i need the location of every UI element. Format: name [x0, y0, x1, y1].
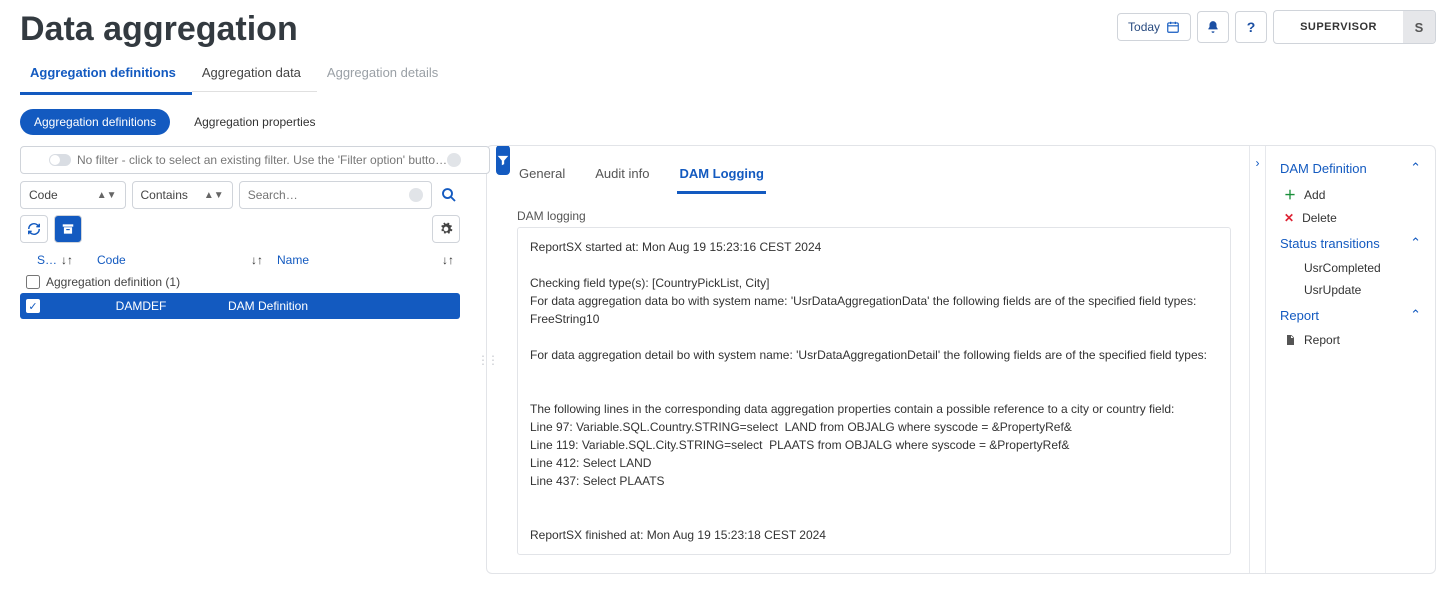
- help-button[interactable]: ?: [1235, 11, 1267, 43]
- side-item-label: Report: [1304, 333, 1340, 347]
- side-action-delete[interactable]: ✕ Delete: [1280, 207, 1421, 229]
- side-item-label: UsrUpdate: [1304, 283, 1361, 297]
- group-label: Aggregation definition (1): [46, 275, 180, 289]
- dam-logging-output: ReportSX started at: Mon Aug 19 15:23:16…: [517, 227, 1231, 555]
- tab-aggregation-details[interactable]: Aggregation details: [317, 55, 454, 95]
- column-header-code[interactable]: Code: [97, 253, 247, 267]
- search-field-label: Code: [29, 188, 58, 202]
- settings-button[interactable]: [432, 215, 460, 243]
- search-input[interactable]: [248, 188, 403, 202]
- chevron-right-icon: ›: [1256, 156, 1260, 170]
- side-item-label: Delete: [1302, 211, 1337, 225]
- refresh-icon: [27, 222, 41, 236]
- side-action-add[interactable]: ＋ Add: [1280, 182, 1421, 207]
- user-label: SUPERVISOR: [1274, 13, 1403, 41]
- search-button[interactable]: [438, 182, 460, 208]
- side-action-usrcompleted[interactable]: UsrCompleted: [1280, 257, 1421, 279]
- tab-aggregation-definitions[interactable]: Aggregation definitions: [20, 55, 192, 95]
- side-section-status-transitions[interactable]: Status transitions ⌃: [1280, 229, 1421, 257]
- help-icon: ?: [1247, 19, 1256, 35]
- group-checkbox[interactable]: [26, 275, 40, 289]
- chevron-updown-icon: ▲▼: [204, 190, 224, 201]
- column-header-short[interactable]: S…: [37, 253, 57, 267]
- detail-tab-general[interactable]: General: [517, 160, 567, 194]
- column-header-name[interactable]: Name: [277, 253, 437, 267]
- today-label: Today: [1128, 20, 1160, 34]
- sort-icon[interactable]: ↓↑: [61, 253, 73, 267]
- side-item-label: UsrCompleted: [1304, 261, 1381, 275]
- user-avatar: S: [1403, 11, 1435, 43]
- search-field-select[interactable]: Code ▲▼: [20, 181, 126, 209]
- archive-button[interactable]: [54, 215, 82, 243]
- plus-icon: ＋: [1284, 186, 1296, 203]
- row-name: DAM Definition: [198, 299, 454, 313]
- group-row[interactable]: Aggregation definition (1): [20, 271, 460, 293]
- clear-filter-icon[interactable]: [447, 153, 461, 167]
- detail-tab-audit[interactable]: Audit info: [593, 160, 651, 194]
- clear-search-icon[interactable]: [409, 188, 423, 202]
- side-action-usrupdate[interactable]: UsrUpdate: [1280, 279, 1421, 301]
- side-section-label: DAM Definition: [1280, 161, 1367, 176]
- search-op-label: Contains: [141, 188, 188, 202]
- page-title: Data aggregation: [20, 10, 298, 49]
- x-icon: ✕: [1284, 211, 1294, 225]
- side-section-label: Report: [1280, 308, 1319, 323]
- dam-logging-label: DAM logging: [517, 209, 1231, 223]
- calendar-icon: [1166, 20, 1180, 34]
- sort-icon[interactable]: ↓↑: [251, 253, 263, 267]
- side-section-dam-definition[interactable]: DAM Definition ⌃: [1280, 154, 1421, 182]
- chevron-up-icon: ⌃: [1410, 160, 1421, 176]
- chevron-updown-icon: ▲▼: [97, 190, 117, 201]
- notifications-button[interactable]: [1197, 11, 1229, 43]
- side-action-report[interactable]: Report: [1280, 329, 1421, 351]
- filter-placeholder: No filter - click to select an existing …: [77, 153, 447, 167]
- sort-icon[interactable]: ↓↑: [442, 253, 454, 267]
- filter-select[interactable]: No filter - click to select an existing …: [20, 146, 490, 174]
- row-code: DAMDEF: [48, 299, 198, 313]
- bell-icon: [1206, 20, 1220, 34]
- chevron-up-icon: ⌃: [1410, 307, 1421, 323]
- side-section-label: Status transitions: [1280, 236, 1380, 251]
- filter-toggle-icon: [49, 154, 71, 166]
- table-row[interactable]: ✓ DAMDEF DAM Definition: [20, 293, 460, 319]
- today-button[interactable]: Today: [1117, 13, 1191, 41]
- search-icon: [440, 186, 458, 204]
- chevron-up-icon: ⌃: [1410, 235, 1421, 251]
- collapse-right-panel-button[interactable]: ›: [1249, 146, 1265, 573]
- search-input-wrap: [239, 181, 432, 209]
- search-operator-select[interactable]: Contains ▲▼: [132, 181, 233, 209]
- side-section-report[interactable]: Report ⌃: [1280, 301, 1421, 329]
- detail-tab-dam-logging[interactable]: DAM Logging: [677, 160, 765, 194]
- gear-icon: [439, 222, 453, 236]
- drag-handle-icon[interactable]: ⋮⋮: [477, 353, 497, 367]
- side-item-label: Add: [1304, 188, 1325, 202]
- pill-aggregation-properties[interactable]: Aggregation properties: [180, 109, 329, 135]
- refresh-button[interactable]: [20, 215, 48, 243]
- pill-aggregation-definitions[interactable]: Aggregation definitions: [20, 109, 170, 135]
- row-checkbox[interactable]: ✓: [26, 299, 40, 313]
- user-menu[interactable]: SUPERVISOR S: [1273, 10, 1436, 44]
- tab-aggregation-data[interactable]: Aggregation data: [192, 55, 317, 95]
- document-icon: [1284, 333, 1296, 347]
- archive-icon: [61, 222, 75, 236]
